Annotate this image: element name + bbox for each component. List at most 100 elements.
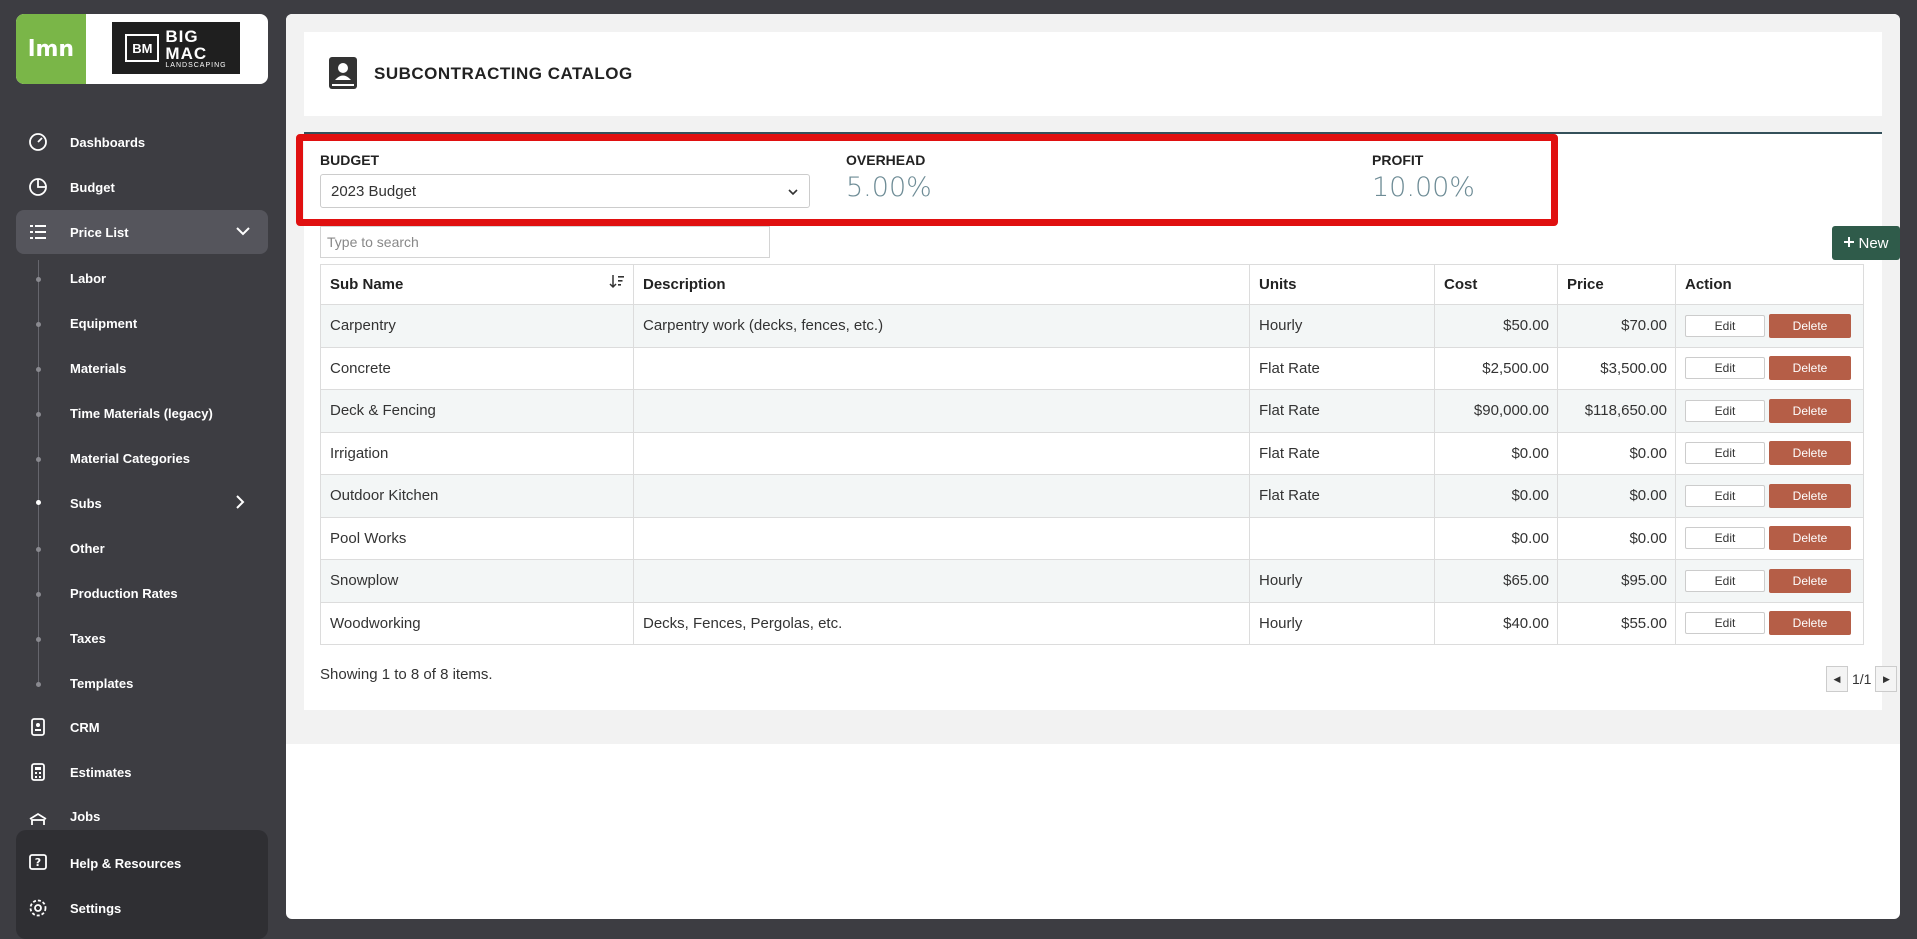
big-mac-logo: BM BIG MAC LANDSCAPING	[112, 22, 240, 74]
next-page-button[interactable]: ▶	[1875, 666, 1898, 692]
contact-card-icon	[26, 715, 50, 739]
subnav-dot	[36, 367, 41, 372]
cell-units: Flat Rate	[1249, 431, 1435, 475]
edit-button[interactable]: Edit	[1685, 527, 1765, 550]
nav-jobs[interactable]: Jobs	[16, 795, 268, 825]
nav-crm[interactable]: CRM	[16, 705, 268, 749]
help-icon: ?	[26, 851, 50, 875]
cell-sub-name: Concrete	[320, 346, 634, 390]
chevron-right-icon	[232, 493, 248, 516]
edit-button[interactable]: Edit	[1685, 357, 1765, 380]
subnav-templates[interactable]: Templates	[70, 665, 133, 701]
table-row: Outdoor Kitchen Flat Rate $0.00 $0.00 Ed…	[320, 474, 1864, 518]
subnav-dot	[36, 457, 41, 462]
delete-button[interactable]: Delete	[1769, 398, 1851, 423]
cell-cost: $0.00	[1434, 516, 1558, 560]
page-indicator: 1/1	[1852, 671, 1872, 687]
cell-units	[1249, 516, 1435, 560]
sort-icon[interactable]	[609, 273, 625, 293]
lmn-logo: lmn	[16, 14, 86, 84]
catalog-card: BUDGET 2023 Budget OVERHEAD 5.00% PROFIT…	[296, 132, 1900, 710]
company-logo[interactable]: lmn BM BIG MAC LANDSCAPING	[16, 14, 268, 84]
cell-cost: $0.00	[1434, 431, 1558, 475]
col-header-cost: Cost	[1434, 264, 1558, 305]
subnav-subs[interactable]: Subs	[70, 485, 102, 521]
pie-chart-icon	[26, 175, 50, 199]
subnav-dot	[36, 592, 41, 597]
cell-action: Edit Delete	[1675, 559, 1864, 603]
nav-settings[interactable]: Settings	[16, 886, 268, 930]
nav-price-list[interactable]: Price List	[16, 210, 268, 254]
search-input[interactable]: Type to search	[320, 226, 770, 258]
subnav-other[interactable]: Other	[70, 530, 105, 566]
cell-units: Hourly	[1249, 304, 1435, 348]
calculator-icon	[26, 760, 50, 784]
new-button[interactable]: New	[1832, 226, 1900, 260]
cell-units: Flat Rate	[1249, 474, 1435, 518]
subnav-dot	[36, 412, 41, 417]
caret-left-icon: ◀	[1833, 673, 1841, 684]
table-row: Woodworking Decks, Fences, Pergolas, etc…	[320, 601, 1864, 645]
edit-button[interactable]: Edit	[1685, 442, 1765, 465]
subnav-dot	[36, 547, 41, 552]
overhead-value: 5.00%	[846, 172, 932, 203]
table-row: Snowplow Hourly $65.00 $95.00 Edit Delete	[320, 559, 1864, 603]
sidebar: lmn BM BIG MAC LANDSCAPING Dashboards Bu…	[0, 0, 280, 939]
budget-select[interactable]: 2023 Budget	[320, 174, 810, 208]
delete-button[interactable]: Delete	[1769, 483, 1851, 508]
cell-sub-name: Snowplow	[320, 559, 634, 603]
edit-button[interactable]: Edit	[1685, 569, 1765, 592]
svg-text:?: ?	[35, 856, 41, 869]
edit-button[interactable]: Edit	[1685, 399, 1765, 422]
cell-price: $3,500.00	[1557, 346, 1676, 390]
cell-price: $0.00	[1557, 516, 1676, 560]
cell-sub-name: Deck & Fencing	[320, 389, 634, 433]
edit-button[interactable]: Edit	[1685, 612, 1765, 635]
cell-price: $0.00	[1557, 431, 1676, 475]
nav-help-resources[interactable]: ? Help & Resources	[16, 841, 268, 885]
delete-button[interactable]: Delete	[1769, 356, 1851, 381]
nav-budget[interactable]: Budget	[16, 165, 268, 209]
cell-description	[633, 516, 1250, 560]
cell-price: $55.00	[1557, 601, 1676, 645]
cell-description: Carpentry work (decks, fences, etc.)	[633, 304, 1250, 348]
delete-button[interactable]: Delete	[1769, 313, 1851, 338]
edit-button[interactable]: Edit	[1685, 484, 1765, 507]
page-header: SUBCONTRACTING CATALOG	[304, 32, 1882, 116]
cell-cost: $50.00	[1434, 304, 1558, 348]
delete-button[interactable]: Delete	[1769, 441, 1851, 466]
subnav-materials[interactable]: Materials	[70, 350, 126, 386]
subnav-labor[interactable]: Labor	[70, 260, 106, 296]
col-header-sub-name[interactable]: Sub Name	[320, 264, 634, 305]
gear-icon	[26, 896, 50, 920]
cell-description	[633, 431, 1250, 475]
table-row: Concrete Flat Rate $2,500.00 $3,500.00 E…	[320, 346, 1864, 390]
delete-button[interactable]: Delete	[1769, 611, 1851, 636]
cell-action: Edit Delete	[1675, 474, 1864, 518]
cell-action: Edit Delete	[1675, 516, 1864, 560]
page-title: SUBCONTRACTING CATALOG	[374, 64, 633, 83]
cell-action: Edit Delete	[1675, 389, 1864, 433]
cell-price: $118,650.00	[1557, 389, 1676, 433]
subnav-dot	[36, 322, 41, 327]
cell-action: Edit Delete	[1675, 304, 1864, 348]
edit-button[interactable]: Edit	[1685, 314, 1765, 337]
profit-label: PROFIT	[1372, 152, 1424, 168]
subnav-equipment[interactable]: Equipment	[70, 305, 137, 341]
cell-description: Decks, Fences, Pergolas, etc.	[633, 601, 1250, 645]
prev-page-button[interactable]: ◀	[1826, 666, 1848, 692]
subnav-taxes[interactable]: Taxes	[70, 620, 106, 656]
col-header-action: Action	[1675, 264, 1864, 305]
nav-estimates[interactable]: Estimates	[16, 750, 268, 794]
subnav-dot	[36, 637, 41, 642]
subnav-material-categories[interactable]: Material Categories	[70, 440, 190, 476]
delete-button[interactable]: Delete	[1769, 568, 1851, 593]
subnav-production-rates[interactable]: Production Rates	[70, 575, 178, 611]
subnav-time-materials[interactable]: Time Materials (legacy)	[70, 395, 213, 431]
plus-icon	[1843, 235, 1855, 252]
cell-sub-name: Irrigation	[320, 431, 634, 475]
chevron-down-icon	[234, 222, 252, 243]
nav-dashboards[interactable]: Dashboards	[16, 120, 268, 164]
delete-button[interactable]: Delete	[1769, 526, 1851, 551]
cell-description	[633, 346, 1250, 390]
